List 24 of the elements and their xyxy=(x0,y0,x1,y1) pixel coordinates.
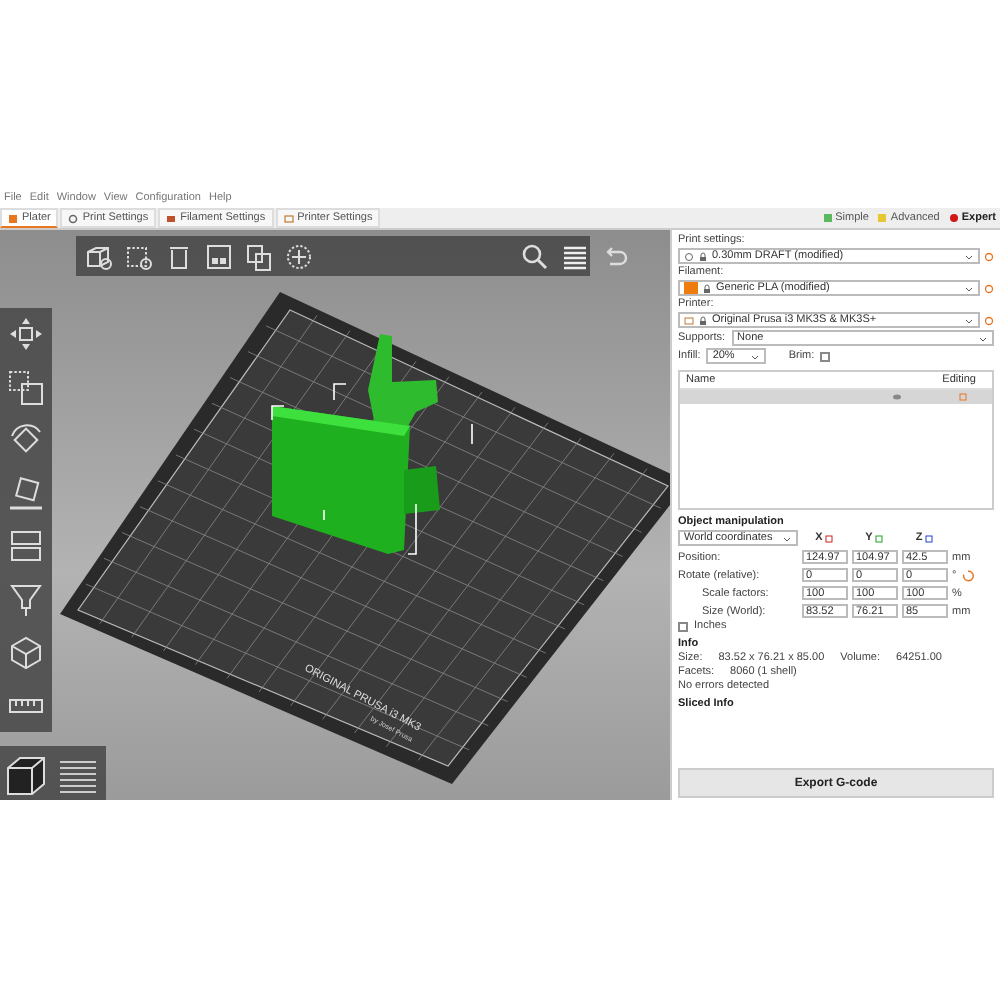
scale-icon[interactable] xyxy=(6,367,46,408)
inches-checkbox[interactable] xyxy=(678,621,688,631)
move-icon[interactable] xyxy=(6,314,46,355)
funnel-icon[interactable] xyxy=(6,579,46,620)
cube-icon[interactable] xyxy=(6,632,46,673)
layers-icon[interactable] xyxy=(560,241,590,271)
reset-icon[interactable] xyxy=(962,569,975,581)
axis-icon xyxy=(874,533,885,543)
copy-icon[interactable] xyxy=(244,241,274,271)
search-icon[interactable] xyxy=(520,241,550,271)
axis-icon xyxy=(824,533,835,543)
arrange-icon[interactable] xyxy=(204,241,234,271)
delete-icon[interactable] xyxy=(124,241,154,271)
place-on-face-icon[interactable] xyxy=(6,473,46,514)
brim-checkbox[interactable] xyxy=(820,351,831,361)
add-instance-icon[interactable] xyxy=(284,241,314,271)
trash-icon[interactable] xyxy=(164,241,194,271)
lock-icon xyxy=(698,251,708,261)
lock-icon xyxy=(702,283,712,293)
cut-icon[interactable] xyxy=(6,526,46,567)
lock-icon xyxy=(698,315,708,325)
add-icon[interactable] xyxy=(84,241,114,271)
cube-view-icon[interactable] xyxy=(2,751,50,799)
axis-icon xyxy=(924,533,935,543)
